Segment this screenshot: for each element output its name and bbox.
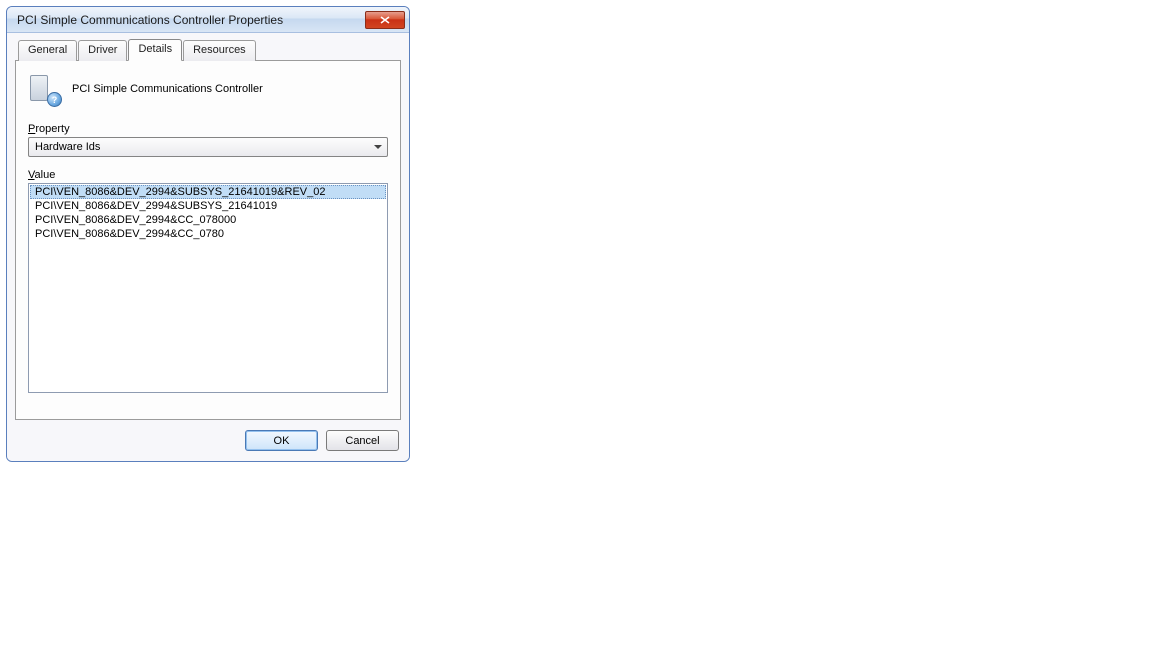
chevron-down-icon [370, 139, 385, 155]
list-item[interactable]: PCI\VEN_8086&DEV_2994&SUBSYS_21641019&RE… [30, 185, 386, 199]
cancel-button[interactable]: Cancel [326, 430, 399, 451]
tab-strip: General Driver Details Resources [18, 39, 401, 60]
device-header: ? PCI Simple Communications Controller [28, 73, 388, 105]
value-label: Value [28, 169, 388, 181]
list-item[interactable]: PCI\VEN_8086&DEV_2994&SUBSYS_21641019 [30, 199, 386, 213]
dialog-body: General Driver Details Resources ? PCI S… [7, 33, 409, 461]
list-item[interactable]: PCI\VEN_8086&DEV_2994&CC_0780 [30, 227, 386, 241]
property-dropdown[interactable]: Hardware Ids [28, 137, 388, 157]
list-item[interactable]: PCI\VEN_8086&DEV_2994&CC_078000 [30, 213, 386, 227]
close-icon [380, 16, 390, 24]
value-listbox[interactable]: PCI\VEN_8086&DEV_2994&SUBSYS_21641019&RE… [28, 183, 388, 393]
tab-details[interactable]: Details [128, 39, 182, 61]
close-button[interactable] [365, 11, 405, 29]
property-dropdown-value: Hardware Ids [35, 141, 370, 153]
tab-panel-details: ? PCI Simple Communications Controller P… [15, 60, 401, 420]
tab-general[interactable]: General [18, 40, 77, 61]
window-title: PCI Simple Communications Controller Pro… [17, 13, 365, 27]
properties-dialog: PCI Simple Communications Controller Pro… [6, 6, 410, 462]
ok-button[interactable]: OK [245, 430, 318, 451]
device-name: PCI Simple Communications Controller [72, 83, 263, 95]
tab-resources[interactable]: Resources [183, 40, 256, 61]
titlebar[interactable]: PCI Simple Communications Controller Pro… [7, 7, 409, 33]
property-label: Property [28, 123, 388, 135]
dialog-buttons: OK Cancel [15, 430, 401, 451]
unknown-badge-icon: ? [47, 92, 62, 107]
tab-driver[interactable]: Driver [78, 40, 127, 61]
device-icon: ? [28, 73, 60, 105]
